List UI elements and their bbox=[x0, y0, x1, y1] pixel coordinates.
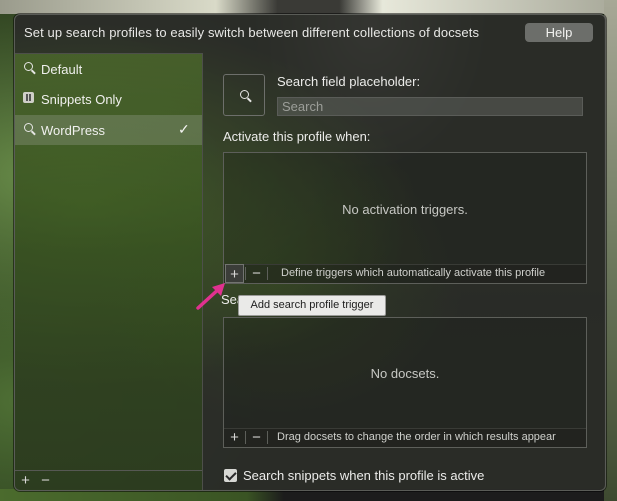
sidebar-item-snippets-only[interactable]: Snippets Only bbox=[15, 84, 202, 114]
add-docset-button[interactable]: + bbox=[225, 428, 244, 447]
search-icon bbox=[24, 123, 36, 135]
search-profiles-popover: Set up search profiles to easily switch … bbox=[14, 14, 606, 491]
add-profile-button[interactable]: + bbox=[16, 471, 35, 490]
remove-docset-button[interactable]: − bbox=[247, 428, 266, 447]
popover-header: Set up search profiles to easily switch … bbox=[15, 15, 605, 53]
docsets-hint: Drag docsets to change the order in whic… bbox=[277, 431, 556, 443]
sidebar-item-label: WordPress bbox=[41, 123, 106, 138]
snippets-checkbox[interactable] bbox=[224, 469, 237, 482]
remove-trigger-button[interactable]: − bbox=[247, 264, 266, 283]
triggers-footer: + − Define triggers which automatically … bbox=[223, 264, 587, 284]
background-window-top bbox=[0, 0, 617, 14]
divider bbox=[245, 267, 246, 280]
docsets-footer: + − Drag docsets to change the order in … bbox=[223, 428, 587, 448]
help-button[interactable]: Help bbox=[525, 23, 593, 42]
remove-profile-button[interactable]: − bbox=[36, 471, 55, 490]
divider bbox=[267, 267, 268, 280]
profiles-sidebar: Default Snippets Only WordPress ✓ + − bbox=[15, 53, 203, 490]
divider bbox=[245, 431, 246, 444]
search-icon bbox=[24, 62, 36, 74]
profile-icon-well[interactable] bbox=[223, 74, 265, 116]
add-trigger-button[interactable]: + bbox=[225, 264, 244, 283]
sidebar-item-label: Snippets Only bbox=[41, 92, 122, 107]
tooltip: Add search profile trigger bbox=[238, 295, 386, 316]
annotation-arrow-icon bbox=[196, 283, 225, 310]
header-description: Set up search profiles to easily switch … bbox=[24, 25, 480, 40]
sidebar-item-label: Default bbox=[41, 62, 83, 77]
docsets-empty-message: No docsets. bbox=[370, 366, 440, 381]
docsets-list: No docsets. bbox=[223, 317, 587, 429]
placeholder-label: Search field placeholder: bbox=[277, 74, 421, 89]
profile-editor: Search field placeholder: Activate this … bbox=[203, 53, 605, 490]
snippets-checkbox-label[interactable]: Search snippets when this profile is act… bbox=[243, 468, 484, 483]
triggers-hint: Define triggers which automatically acti… bbox=[281, 267, 546, 279]
placeholder-input[interactable] bbox=[277, 97, 583, 116]
divider bbox=[267, 431, 268, 444]
sidebar-footer: + − bbox=[15, 470, 202, 490]
checkmark-icon: ✓ bbox=[178, 121, 190, 137]
sidebar-item-default[interactable]: Default bbox=[15, 54, 202, 84]
snippet-icon bbox=[23, 92, 35, 104]
sidebar-item-wordpress[interactable]: WordPress ✓ bbox=[15, 115, 202, 145]
search-icon bbox=[240, 90, 249, 99]
activate-heading: Activate this profile when: bbox=[223, 129, 371, 144]
triggers-empty-message: No activation triggers. bbox=[342, 202, 468, 217]
triggers-list: No activation triggers. bbox=[223, 152, 587, 265]
